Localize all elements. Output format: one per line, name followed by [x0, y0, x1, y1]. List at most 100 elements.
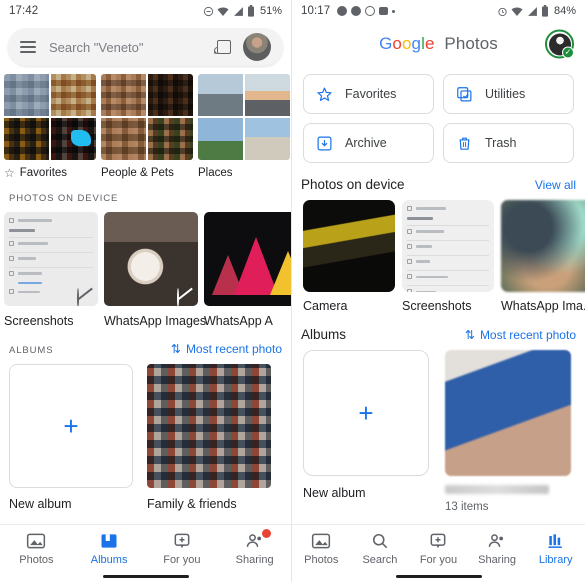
albums-title: ALBUMS	[9, 345, 54, 356]
nav-label: For you	[163, 554, 201, 566]
eye-off-icon	[177, 287, 193, 306]
bottom-navigation-left: Photos Albums For you Sharing	[0, 524, 291, 582]
chip-favorites[interactable]: Favorites	[303, 74, 434, 114]
album-name-blurred	[445, 485, 549, 494]
nav-item-sharing[interactable]: Sharing	[468, 532, 527, 566]
eye-off-icon	[77, 287, 93, 306]
sharing-badge	[261, 529, 271, 538]
battery-icon	[248, 5, 255, 17]
app-header: Google Photos ✓	[292, 22, 585, 66]
status-time: 10:17	[301, 5, 331, 17]
status-bar-left: 17:42 51%	[0, 0, 291, 22]
trash-icon	[459, 137, 470, 150]
search-input[interactable]: Search "Veneto"	[49, 40, 214, 55]
nav-item-for-you[interactable]: For you	[146, 532, 219, 566]
device-folder-camera[interactable]: Camera	[303, 200, 395, 313]
album-new[interactable]: + New album	[303, 350, 429, 513]
telegram-icon	[351, 6, 362, 16]
hamburger-icon[interactable]	[20, 41, 36, 53]
nav-item-albums[interactable]: Albums	[73, 532, 146, 566]
folder-thumbnail	[402, 200, 494, 292]
search-bar[interactable]: Search "Veneto"	[8, 28, 283, 66]
plus-icon: +	[358, 398, 374, 428]
new-album-tile[interactable]: +	[303, 350, 429, 476]
folder-thumbnail	[303, 200, 395, 292]
utilities-icon	[457, 86, 472, 101]
device-folder-whatsapp-images[interactable]: WhatsApp Ima...	[501, 200, 585, 313]
star-icon	[317, 87, 332, 101]
nav-label: For you	[419, 554, 458, 566]
dnd-icon	[203, 6, 214, 16]
folder-name: Screenshots	[4, 314, 74, 328]
collage-people-pets[interactable]: People & Pets	[101, 74, 193, 179]
albums-section-header: ALBUMS ⇅ Most recent photo	[0, 328, 291, 364]
device-folder-whatsapp-animated[interactable]: WhatsApp A	[204, 212, 291, 328]
album-thumbnail	[445, 350, 571, 476]
album-name: Family & friends	[147, 497, 237, 511]
collage-label: People & Pets	[101, 167, 174, 179]
sort-button[interactable]: ⇅ Most recent photo	[465, 328, 576, 342]
device-folder-screenshots[interactable]: Screenshots	[4, 212, 98, 328]
nav-label: Photos	[304, 554, 339, 566]
view-all-link[interactable]: View all	[535, 178, 576, 192]
folder-name: Screenshots	[402, 299, 472, 313]
nav-label: Sharing	[478, 554, 517, 566]
gesture-bar[interactable]	[102, 574, 189, 578]
album-name: New album	[303, 486, 366, 500]
nav-item-search[interactable]: Search	[351, 532, 410, 566]
new-album-tile[interactable]: +	[9, 364, 133, 488]
nav-label: Albums	[90, 554, 128, 566]
wifi-icon	[217, 6, 229, 16]
device-folder-whatsapp-images[interactable]: WhatsApp Images	[104, 212, 207, 328]
wifi-icon	[511, 6, 523, 16]
folder-name: Camera	[303, 299, 348, 313]
album-thumbnail	[147, 364, 271, 488]
folder-thumbnail	[204, 212, 291, 306]
chip-utilities[interactable]: Utilities	[443, 74, 574, 114]
nav-label: Sharing	[235, 554, 274, 566]
left-phone-screen: 17:42 51% Search "Veneto" ☆ Favorites Pe…	[0, 0, 292, 582]
chip-label: Utilities	[485, 87, 526, 101]
nav-item-photos[interactable]: Photos	[292, 532, 351, 566]
folder-thumbnail	[4, 212, 98, 306]
chip-archive[interactable]: Archive	[303, 123, 434, 163]
cast-icon[interactable]	[212, 40, 231, 56]
folder-name: WhatsApp Images	[104, 314, 207, 328]
device-folder-screenshots[interactable]: Screenshots	[402, 200, 494, 313]
nav-label: Photos	[19, 554, 54, 566]
app-icon	[379, 7, 389, 15]
search-icon	[370, 532, 390, 550]
nav-item-for-you[interactable]: For you	[409, 532, 468, 566]
signal-icon	[528, 6, 537, 16]
album-new[interactable]: + New album	[9, 364, 133, 511]
collage-favorites[interactable]: ☆ Favorites	[4, 74, 96, 179]
photos-icon	[311, 532, 331, 550]
nav-item-sharing[interactable]: Sharing	[218, 529, 291, 566]
section-title: Albums	[301, 327, 347, 342]
album-item-count: 13 items	[445, 501, 489, 513]
collage-thumbnail	[101, 74, 193, 160]
chip-trash[interactable]: Trash	[443, 123, 574, 163]
device-folder-row: Camera Screenshots WhatsApp Ima...	[292, 200, 585, 313]
photos-icon	[26, 532, 46, 550]
nav-item-library[interactable]: Library	[526, 532, 585, 566]
sort-button[interactable]: ⇅ Most recent photo	[171, 342, 282, 356]
account-avatar[interactable]: ✓	[545, 29, 574, 59]
alarm-icon	[498, 7, 507, 16]
star-icon: ☆	[4, 166, 15, 180]
notification-icons	[337, 6, 396, 16]
album-recent[interactable]: 13 items	[445, 350, 571, 513]
category-collage-row: ☆ Favorites People & Pets Places	[0, 66, 291, 179]
album-family-friends[interactable]: Family & friends	[147, 364, 271, 511]
nav-item-photos[interactable]: Photos	[0, 532, 73, 566]
battery-percent: 51%	[259, 5, 282, 17]
album-row: + New album Family & friends	[0, 364, 291, 511]
chip-label: Trash	[485, 136, 517, 150]
dot-icon	[392, 9, 396, 13]
gesture-bar[interactable]	[395, 574, 482, 578]
albums-section-header: Albums ⇅ Most recent photo	[292, 313, 585, 350]
collage-places[interactable]: Places	[198, 74, 290, 179]
photos-on-device-header: Photos on device View all	[292, 163, 585, 200]
account-avatar[interactable]	[243, 33, 271, 61]
section-title: Photos on device	[301, 177, 405, 192]
